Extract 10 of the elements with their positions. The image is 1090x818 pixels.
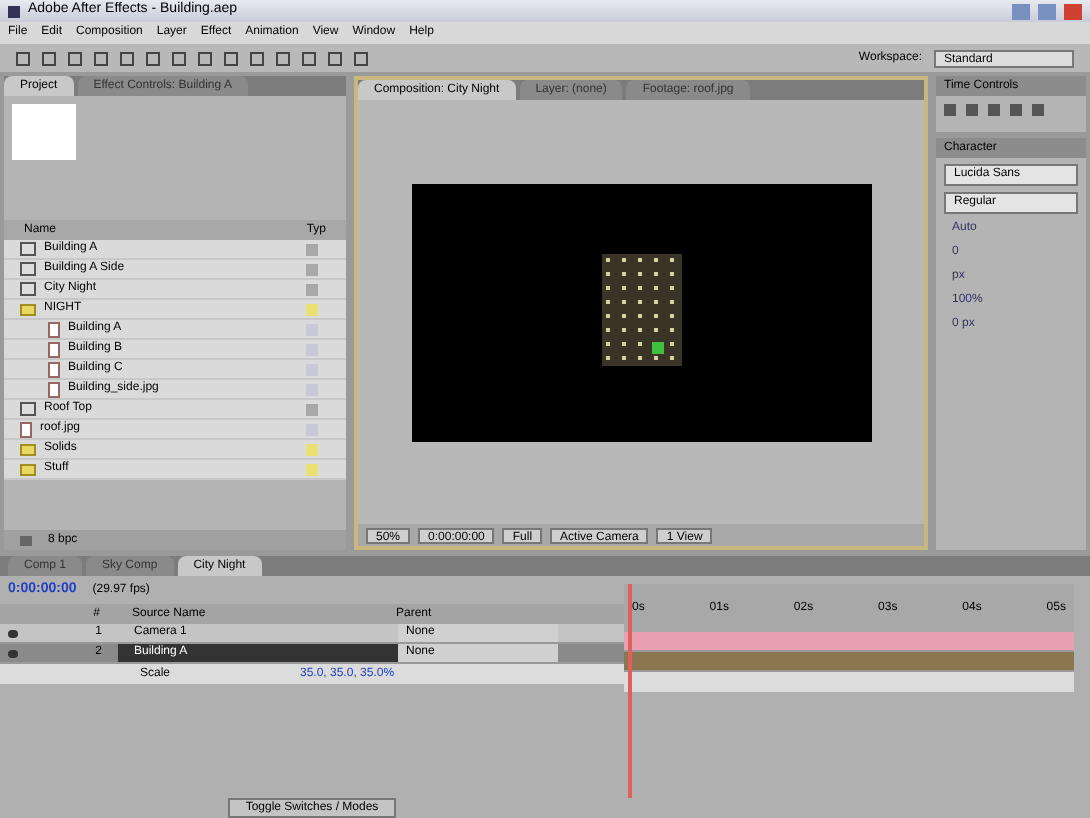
visibility-icon[interactable]: [8, 629, 18, 637]
file-icon: [20, 421, 32, 437]
app-icon: [8, 5, 20, 17]
maximize-icon[interactable]: [1038, 3, 1056, 19]
composition-icon: [20, 402, 36, 416]
minimize-icon[interactable]: [1012, 3, 1030, 19]
close-icon[interactable]: [1064, 3, 1082, 19]
thumbnail-placeholder: [12, 104, 76, 160]
visibility-icon[interactable]: [8, 649, 18, 657]
folder-icon: [20, 303, 36, 315]
